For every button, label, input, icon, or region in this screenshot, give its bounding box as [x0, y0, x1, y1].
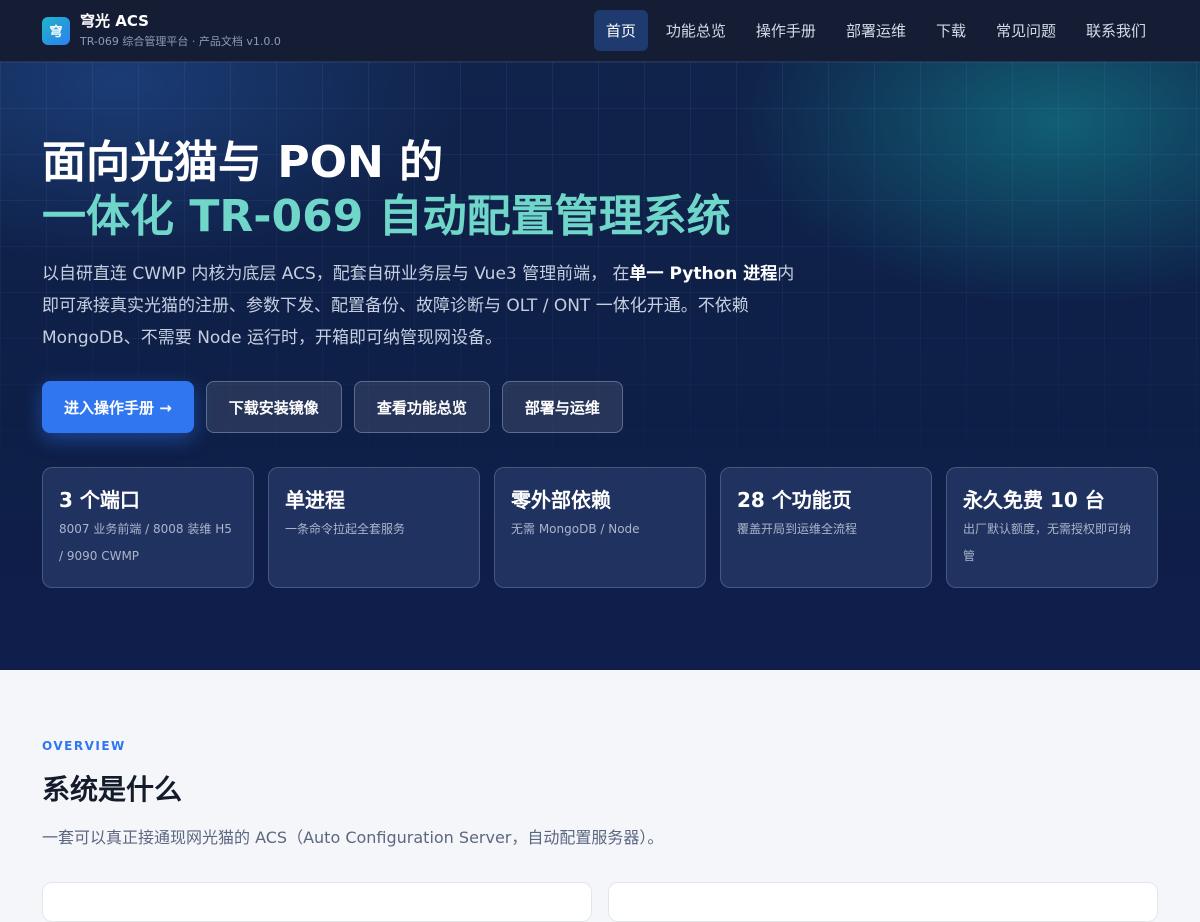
stat-desc: 覆盖开局到运维全流程 [737, 522, 858, 536]
stat-cards: 3 个端口 8007 业务前端 / 8008 装维 H5 / 9090 CWMP… [42, 467, 1158, 588]
hero-section: 面向光猫与 PON 的 一体化 TR-069 自动配置管理系统 以自研直连 CW… [0, 62, 1200, 670]
hero-lead-part1: 以自研直连 CWMP 内核为底层 ACS，配套自研业务层与 Vue3 管理前端，… [42, 264, 630, 284]
features-button[interactable]: 查看功能总览 [353, 381, 490, 433]
download-image-button[interactable]: 下载安装镜像 [205, 381, 342, 433]
hero-buttons: 进入操作手册 → 下载安装镜像 查看功能总览 部署与运维 [42, 381, 623, 433]
nav-link-deploy[interactable]: 部署运维 [834, 10, 918, 51]
stat-card-single-process: 单进程 一条命令拉起全套服务 [268, 467, 480, 588]
overview-card-left [42, 882, 592, 922]
nav-link-faq[interactable]: 常见问题 [984, 10, 1068, 51]
stat-card-pages: 28 个功能页 覆盖开局到运维全流程 [720, 467, 932, 588]
top-nav: 穹 穹光 ACS TR-069 综合管理平台 · 产品文档 v1.0.0 首页 … [0, 0, 1200, 62]
stat-title: 单进程 [285, 488, 345, 512]
overview-title: 系统是什么 [42, 773, 183, 806]
manual-button[interactable]: 进入操作手册 → [42, 381, 194, 433]
stat-desc: 8007 业务前端 / 8008 装维 H5 / 9090 CWMP [59, 522, 232, 563]
stat-title: 28 个功能页 [737, 488, 852, 512]
overview-eyebrow: OVERVIEW [42, 739, 126, 753]
nav-link-manual[interactable]: 操作手册 [744, 10, 828, 51]
stat-card-ports: 3 个端口 8007 业务前端 / 8008 装维 H5 / 9090 CWMP [42, 467, 254, 588]
overview-card-right [608, 882, 1158, 922]
nav-link-features[interactable]: 功能总览 [654, 10, 738, 51]
nav-links: 首页 功能总览 操作手册 部署运维 下载 常见问题 联系我们 [593, 10, 1158, 51]
stat-card-no-deps: 零外部依赖 无需 MongoDB / Node [494, 467, 706, 588]
hero-title-line2: 一体化 TR-069 自动配置管理系统 [42, 191, 731, 242]
stat-desc: 一条命令拉起全套服务 [285, 522, 406, 536]
brand[interactable]: 穹光 ACS TR-069 综合管理平台 · 产品文档 v1.0.0 [80, 11, 281, 50]
logo-icon[interactable]: 穹 [42, 16, 70, 45]
nav-link-contact[interactable]: 联系我们 [1074, 10, 1158, 51]
hero-lead-bold: 单一 Python 进程 [629, 264, 778, 284]
nav-link-download[interactable]: 下载 [924, 10, 978, 51]
stat-desc: 无需 MongoDB / Node [511, 522, 640, 536]
stat-desc: 出厂默认额度，无需授权即可纳管 [963, 522, 1132, 563]
stat-title: 3 个端口 [59, 488, 140, 512]
brand-subtitle: TR-069 综合管理平台 · 产品文档 v1.0.0 [80, 35, 281, 48]
stat-card-free: 永久免费 10 台 出厂默认额度，无需授权即可纳管 [946, 467, 1158, 588]
overview-section: OVERVIEW 系统是什么 一套可以真正接通现网光猫的 ACS（Auto Co… [0, 670, 1200, 922]
deploy-button[interactable]: 部署与运维 [501, 381, 623, 433]
stat-title: 永久免费 10 台 [963, 488, 1105, 512]
nav-link-home[interactable]: 首页 [593, 10, 648, 51]
stat-title: 零外部依赖 [511, 488, 611, 512]
brand-name: 穹光 ACS [80, 12, 149, 30]
hero-title-line1: 面向光猫与 PON 的 [42, 137, 444, 188]
overview-desc: 一套可以真正接通现网光猫的 ACS（Auto Configuration Ser… [42, 828, 664, 847]
hero-lead: 以自研直连 CWMP 内核为底层 ACS，配套自研业务层与 Vue3 管理前端，… [42, 258, 802, 354]
